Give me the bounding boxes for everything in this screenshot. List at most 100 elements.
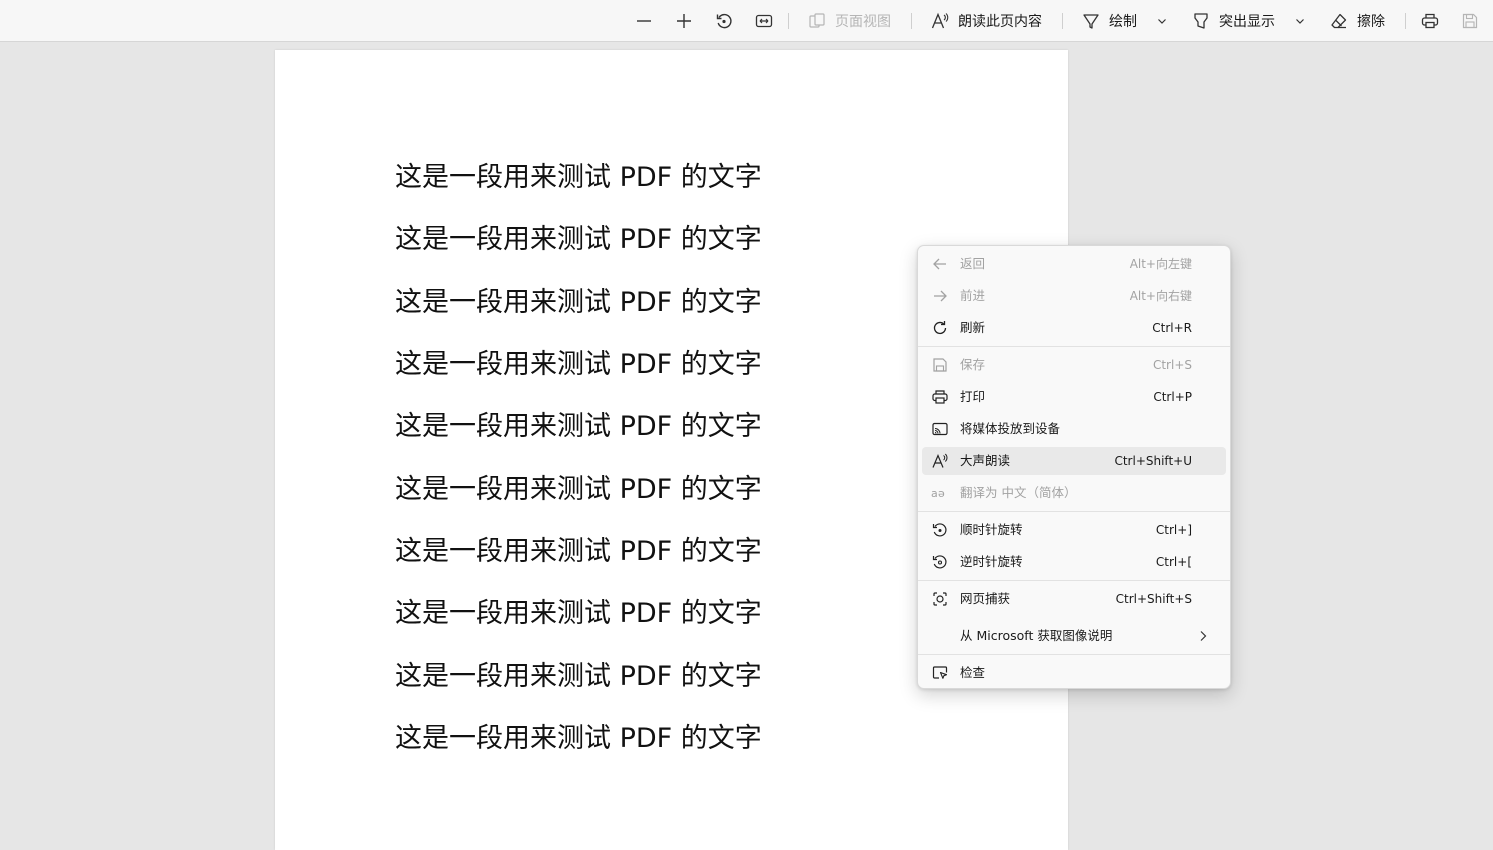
web-capture-icon <box>933 592 947 606</box>
document-text-line: 这是一段用来测试 PDF 的文字 <box>395 661 762 692</box>
menu-item-rotate-counterclockwise[interactable]: 逆时针旋转 Ctrl+[ <box>922 548 1226 576</box>
svg-text:ə: ə <box>938 487 945 500</box>
document-text-line: 这是一段用来测试 PDF 的文字 <box>395 598 762 629</box>
highlight-options-button[interactable] <box>1294 0 1306 42</box>
menu-item-label: 检查 <box>960 665 986 680</box>
menu-item-shortcut: Ctrl+S <box>1152 358 1192 372</box>
minus-icon <box>637 20 651 22</box>
chevron-down-icon <box>1158 19 1166 24</box>
menu-item-label: 网页捕获 <box>960 591 1011 606</box>
cast-icon <box>932 422 948 436</box>
read-aloud-label: 朗读此页内容 <box>958 14 1042 30</box>
menu-item-label: 保存 <box>960 357 986 372</box>
page-view-button[interactable]: 页面视图 <box>807 0 891 42</box>
rotate-clockwise-icon <box>932 523 947 537</box>
save-button[interactable] <box>1460 0 1480 42</box>
highlight-button[interactable]: 突出显示 <box>1191 0 1275 42</box>
menu-item-web-capture[interactable]: 网页捕获 Ctrl+Shift+S <box>922 585 1226 613</box>
menu-item-read-aloud[interactable]: 大声朗读 Ctrl+Shift+U <box>922 447 1226 475</box>
menu-item-image-descriptions[interactable]: 从 Microsoft 获取图像说明 <box>922 622 1226 650</box>
save-icon <box>1462 13 1478 29</box>
translate-icon: aə <box>931 487 945 500</box>
rotate-button[interactable] <box>714 0 734 42</box>
menu-item-label: 逆时针旋转 <box>960 554 1023 569</box>
save-icon <box>933 358 947 372</box>
print-button[interactable] <box>1420 0 1440 42</box>
menu-item-rotate-clockwise[interactable]: 顺时针旋转 Ctrl+] <box>922 516 1226 544</box>
menu-separator <box>918 511 1230 512</box>
chevron-down-icon <box>1296 19 1304 24</box>
refresh-icon <box>933 321 947 335</box>
read-aloud-button[interactable]: 朗读此页内容 <box>930 0 1042 42</box>
menu-item-shortcut: Ctrl+Shift+U <box>1114 454 1192 468</box>
menu-item-label: 翻译为 中文（简体） <box>960 485 1077 500</box>
back-arrow-icon <box>933 258 946 270</box>
menu-item-back[interactable]: 返回 Alt+向左键 <box>922 250 1226 278</box>
menu-item-inspect[interactable]: 检查 <box>922 659 1226 687</box>
document-text-line: 这是一段用来测试 PDF 的文字 <box>395 411 762 442</box>
toolbar-divider <box>911 13 912 29</box>
menu-item-save[interactable]: 保存 Ctrl+S <box>922 351 1226 379</box>
toolbar-divider <box>1062 13 1063 29</box>
menu-item-shortcut: Ctrl+[ <box>1155 555 1192 569</box>
menu-item-label: 大声朗读 <box>960 453 1011 468</box>
menu-item-label: 返回 <box>960 256 986 271</box>
zoom-in-button[interactable] <box>674 0 694 42</box>
fit-width-button[interactable] <box>754 0 774 42</box>
draw-options-button[interactable] <box>1156 0 1168 42</box>
draw-label: 绘制 <box>1109 14 1137 30</box>
document-text-line: 这是一段用来测试 PDF 的文字 <box>395 287 762 318</box>
menu-item-label: 从 Microsoft 获取图像说明 <box>960 628 1113 643</box>
menu-separator <box>918 654 1230 655</box>
eraser-icon <box>1331 13 1347 29</box>
document-text-line: 这是一段用来测试 PDF 的文字 <box>395 723 762 754</box>
menu-separator <box>918 346 1230 347</box>
menu-item-label: 打印 <box>960 389 986 404</box>
toolbar-divider <box>1405 13 1406 29</box>
draw-icon <box>1083 14 1099 29</box>
zoom-out-button[interactable] <box>634 0 654 42</box>
print-icon <box>932 390 948 404</box>
inspect-icon <box>932 666 948 679</box>
menu-item-label: 将媒体投放到设备 <box>960 421 1061 436</box>
draw-button[interactable]: 绘制 <box>1081 0 1137 42</box>
menu-item-label: 前进 <box>960 288 986 303</box>
rotate-counterclockwise-icon <box>932 555 947 569</box>
document-text-line: 这是一段用来测试 PDF 的文字 <box>395 536 762 567</box>
erase-button[interactable]: 擦除 <box>1329 0 1385 42</box>
menu-item-label: 顺时针旋转 <box>960 522 1023 537</box>
chevron-right-icon <box>1200 631 1207 641</box>
menu-item-shortcut: Alt+向左键 <box>1129 257 1192 271</box>
menu-item-shortcut: Ctrl+Shift+S <box>1115 592 1192 606</box>
menu-item-shortcut: Ctrl+R <box>1152 321 1192 335</box>
page-view-label: 页面视图 <box>835 14 891 30</box>
menu-item-forward[interactable]: 前进 Alt+向右键 <box>922 282 1226 310</box>
plus-icon <box>677 14 691 28</box>
menu-item-translate[interactable]: aə 翻译为 中文（简体） <box>922 479 1226 507</box>
menu-item-shortcut: Ctrl+] <box>1155 523 1192 537</box>
fit-width-icon <box>755 14 773 28</box>
rotate-icon <box>716 13 732 29</box>
menu-item-cast[interactable]: 将媒体投放到设备 <box>922 415 1226 443</box>
menu-item-label: 刷新 <box>960 320 986 335</box>
highlight-label: 突出显示 <box>1219 14 1275 30</box>
document-text-line: 这是一段用来测试 PDF 的文字 <box>395 474 762 505</box>
read-aloud-icon <box>931 12 949 29</box>
erase-label: 擦除 <box>1357 14 1385 30</box>
highlighter-icon <box>1194 13 1208 29</box>
read-aloud-icon <box>932 453 948 468</box>
forward-arrow-icon <box>934 290 947 302</box>
print-icon <box>1421 13 1439 29</box>
pdf-toolbar: 页面视图 朗读此页内容 绘制 突出显示 擦除 <box>0 0 1493 42</box>
page-view-icon <box>809 13 825 28</box>
document-text-line: 这是一段用来测试 PDF 的文字 <box>395 162 762 193</box>
svg-text:a: a <box>931 487 938 500</box>
menu-item-shortcut: Ctrl+P <box>1153 390 1192 404</box>
menu-item-refresh[interactable]: 刷新 Ctrl+R <box>922 314 1226 342</box>
document-text-line: 这是一段用来测试 PDF 的文字 <box>395 224 762 255</box>
menu-item-print[interactable]: 打印 Ctrl+P <box>922 383 1226 411</box>
menu-separator <box>918 580 1230 581</box>
menu-item-shortcut: Alt+向右键 <box>1129 289 1192 303</box>
toolbar-divider <box>788 13 789 29</box>
document-text-line: 这是一段用来测试 PDF 的文字 <box>395 349 762 380</box>
